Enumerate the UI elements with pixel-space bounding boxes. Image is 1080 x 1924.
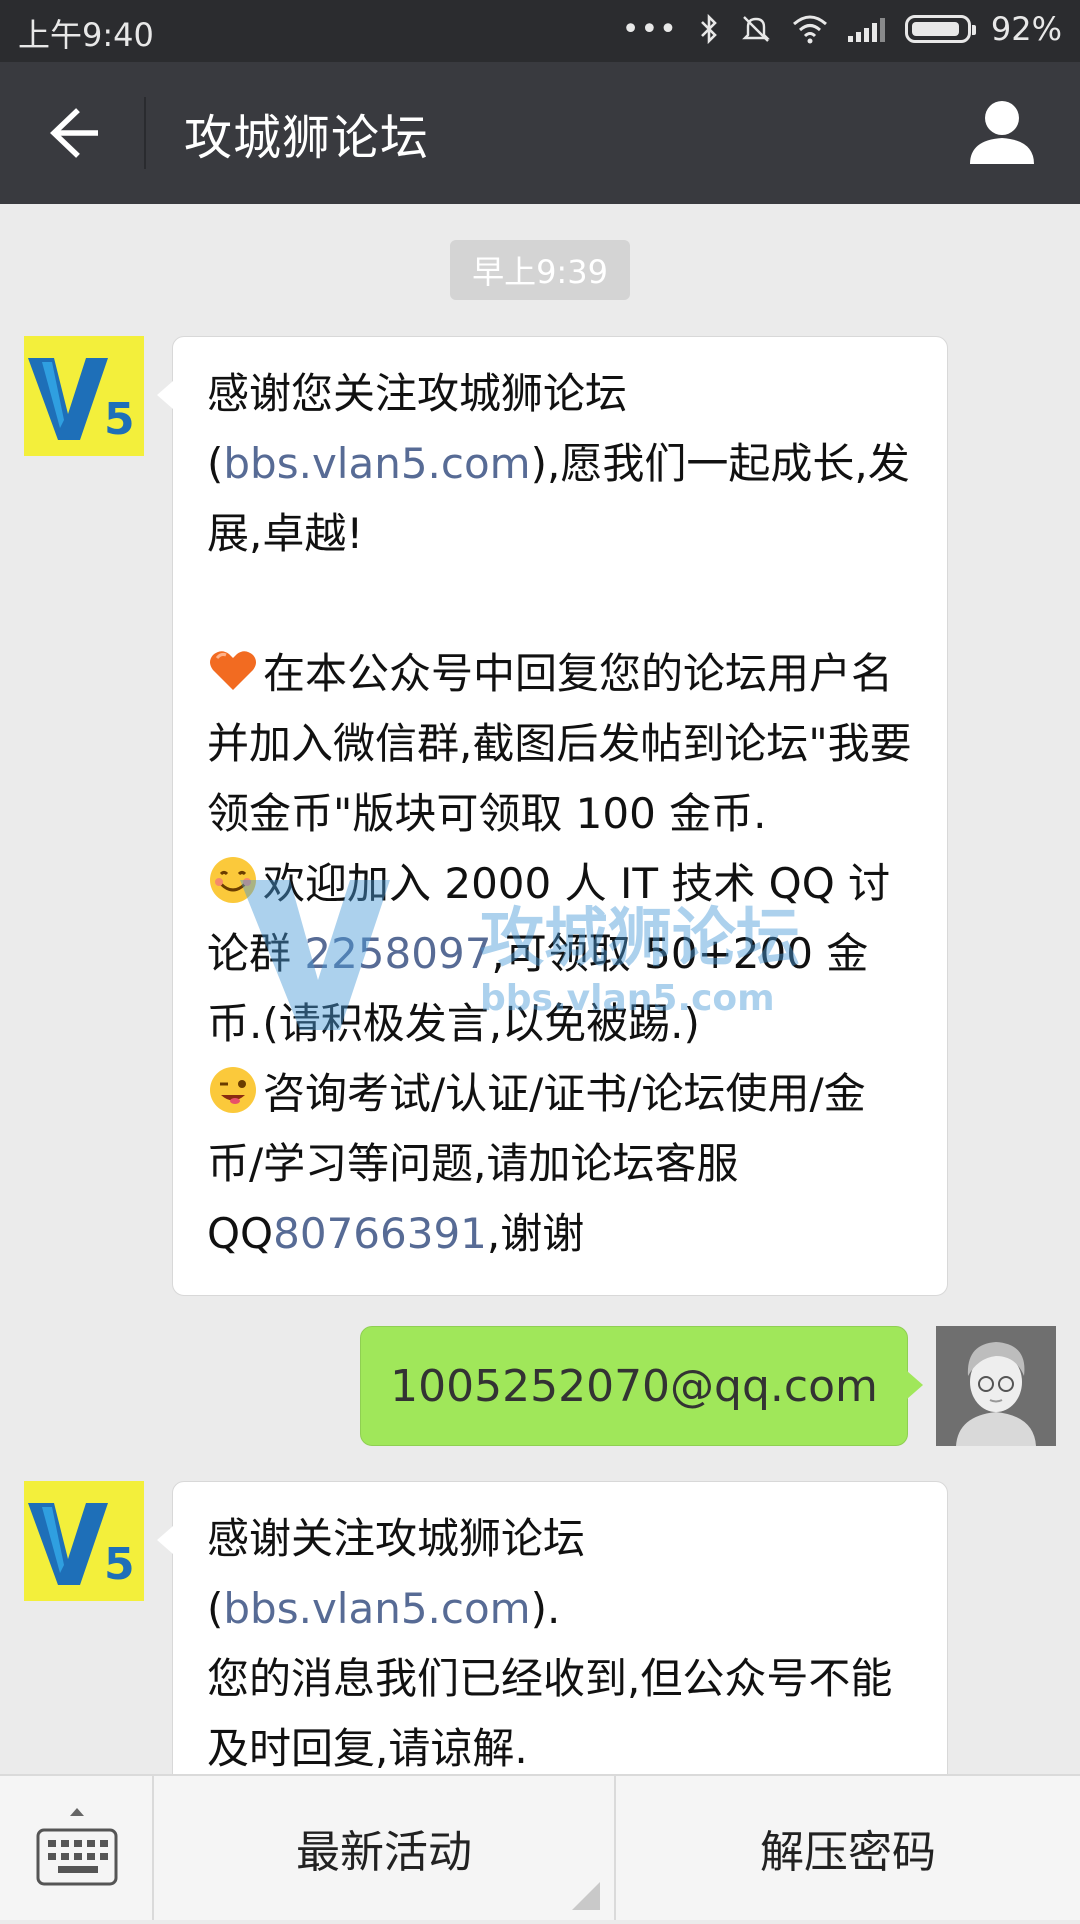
- battery-icon: [904, 15, 976, 43]
- forum-link[interactable]: bbs.vlan5.com: [223, 1584, 530, 1633]
- qq-support-link[interactable]: 80766391: [273, 1209, 487, 1258]
- smile-emoji-icon: [210, 857, 256, 903]
- mute-icon: [741, 16, 770, 42]
- v5-logo-icon: 5: [24, 336, 144, 456]
- back-arrow-icon[interactable]: [40, 98, 110, 168]
- message-text: ).: [530, 1584, 561, 1633]
- official-account-avatar[interactable]: 5: [24, 336, 144, 456]
- message-text: 您的消息我们已经收到,但公众号不能及时回复,请谅解.: [207, 1654, 893, 1773]
- menu-label: 最新活动: [296, 1827, 472, 1878]
- v5-logo-text: 5: [104, 1539, 135, 1590]
- signal-icon: [847, 16, 885, 42]
- bluetooth-icon: [700, 13, 717, 45]
- wink-emoji-icon: [210, 1067, 256, 1113]
- message-item-1: 在本公众号中回复您的论坛用户名并加入微信群,截图后发帖到论坛"我要领金币"版块可…: [207, 639, 919, 849]
- message-item-2: 欢迎加入 2000 人 IT 技术 QQ 讨论群 2258097,可领取 50+…: [207, 849, 919, 1059]
- submenu-indicator-icon: [572, 1882, 600, 1910]
- message-intro: 感谢您关注攻城狮论坛(bbs.vlan5.com),愿我们一起成长,发展,卓越!: [207, 359, 919, 569]
- title-divider: [144, 97, 146, 169]
- battery-percent: 92%: [990, 10, 1062, 48]
- outgoing-message-bubble[interactable]: 1005252070@qq.com: [360, 1326, 923, 1446]
- official-account-avatar[interactable]: 5: [24, 1481, 144, 1601]
- keyboard-toggle-button[interactable]: [0, 1776, 154, 1920]
- message-text: ,谢谢: [486, 1209, 585, 1258]
- qq-group-link[interactable]: 2258097: [304, 929, 491, 978]
- incoming-message-bubble[interactable]: 感谢您关注攻城狮论坛(bbs.vlan5.com),愿我们一起成长,发展,卓越!…: [157, 336, 948, 1296]
- message-item-3: 咨询考试/认证/证书/论坛使用/金币/学习等问题,请加论坛客服QQ8076639…: [207, 1059, 919, 1269]
- person-icon[interactable]: [964, 94, 1040, 170]
- heart-emoji-icon: [210, 651, 256, 690]
- more-dots-icon: •••: [621, 11, 678, 47]
- message-intro: 感谢关注攻城狮论坛(bbs.vlan5.com).: [207, 1504, 919, 1644]
- wifi-icon: [792, 15, 827, 44]
- v5-logo-icon: 5: [24, 1481, 144, 1601]
- message-text: 1005252070@qq.com: [390, 1360, 878, 1412]
- user-avatar[interactable]: [936, 1326, 1056, 1446]
- page-title: 攻城狮论坛: [184, 110, 430, 166]
- forum-link[interactable]: bbs.vlan5.com: [223, 439, 530, 488]
- status-icons: ••• 92%: [622, 10, 1062, 48]
- status-bar: 上午9:40 ••• 92%: [0, 0, 1080, 62]
- title-bar: 攻城狮论坛: [0, 62, 1080, 204]
- menu-latest-activities[interactable]: 最新活动: [154, 1776, 616, 1920]
- v5-logo-text: 5: [104, 394, 135, 445]
- message-text: 在本公众号中回复您的论坛用户名并加入微信群,截图后发帖到论坛"我要领金币"版块可…: [207, 649, 912, 838]
- status-time: 上午9:40: [18, 16, 154, 54]
- bottom-menu-bar: 最新活动 解压密码: [0, 1774, 1080, 1920]
- keyboard-icon: [36, 1808, 118, 1886]
- user-portrait-icon: [936, 1326, 1056, 1446]
- menu-unzip-password[interactable]: 解压密码: [616, 1776, 1080, 1920]
- timestamp-chip: 早上9:39: [450, 240, 630, 300]
- menu-label: 解压密码: [760, 1827, 936, 1878]
